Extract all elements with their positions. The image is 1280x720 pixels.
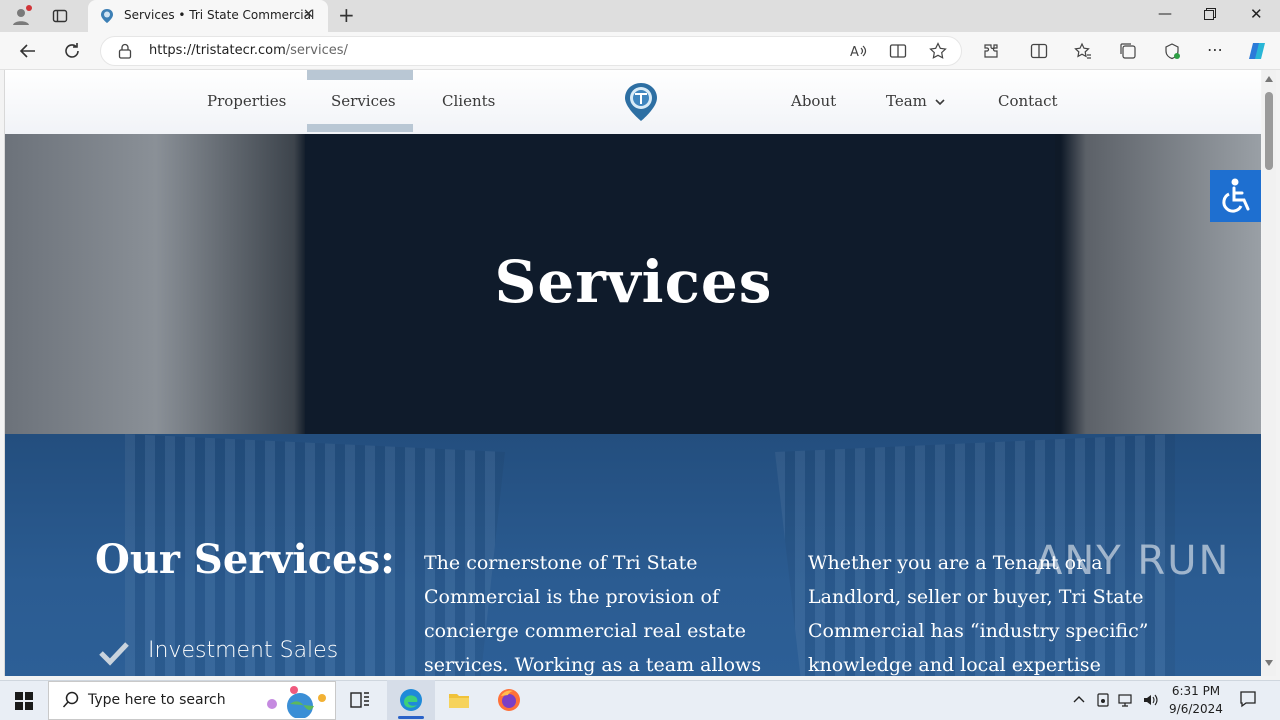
nav-link-contact[interactable]: Contact	[998, 92, 1058, 110]
new-tab-icon[interactable]: +	[338, 3, 355, 27]
browser-essentials-icon[interactable]	[1163, 42, 1181, 60]
tab-close-icon[interactable]: ✕	[303, 7, 314, 22]
network-icon[interactable]	[1118, 692, 1134, 708]
task-view-icon[interactable]	[348, 688, 372, 712]
favorite-star-icon[interactable]	[929, 42, 947, 60]
immersive-reader-icon[interactable]	[889, 42, 907, 60]
lock-icon[interactable]	[118, 43, 132, 59]
back-arrow-icon[interactable]	[18, 41, 38, 61]
checkmark-icon	[99, 642, 129, 666]
favorites-icon[interactable]	[1074, 42, 1092, 60]
file-explorer-icon[interactable]	[447, 688, 471, 712]
window-close-icon[interactable]: ✕	[1250, 5, 1263, 23]
hero-banner: Services	[5, 134, 1261, 434]
window-minimize-icon[interactable]: —	[1158, 6, 1172, 22]
nav-link-services[interactable]: Services	[331, 92, 396, 110]
url-host: https://tristatecr.com	[149, 43, 286, 58]
extensions-icon[interactable]	[982, 42, 1000, 60]
reload-icon[interactable]	[62, 41, 82, 61]
tray-overflow-chevron-icon[interactable]	[1071, 692, 1087, 708]
firefox-icon[interactable]	[497, 688, 521, 712]
profile-icon[interactable]	[10, 5, 32, 27]
site-navigation: Properties Services Clients About Team C…	[5, 70, 1261, 134]
service-item-investment-sales[interactable]: Investment Sales	[148, 638, 338, 663]
services-heading: Our Services:	[95, 536, 395, 583]
page-viewport: Properties Services Clients About Team C…	[4, 70, 1261, 676]
taskbar-active-indicator	[398, 716, 424, 719]
tab-actions-icon[interactable]	[52, 8, 68, 24]
nav-active-indicator-top	[307, 70, 413, 80]
page-title: Services	[494, 248, 773, 316]
url-text[interactable]: https://tristatecr.com/services/	[149, 43, 348, 58]
notifications-icon[interactable]	[1239, 690, 1257, 708]
more-options-icon[interactable]: ⋯	[1207, 40, 1225, 59]
split-screen-icon[interactable]	[1030, 42, 1048, 60]
url-path: /services/	[285, 43, 348, 58]
read-aloud-icon[interactable]: A	[849, 42, 867, 60]
services-paragraph-1: The cornerstone of Tri State Commercial …	[424, 552, 762, 676]
edge-browser-icon[interactable]	[399, 688, 423, 712]
search-icon	[62, 691, 79, 708]
tab-title: Services • Tri State Commercial	[124, 8, 315, 22]
scroll-down-icon[interactable]	[1265, 660, 1273, 666]
scrollbar-thumb[interactable]	[1265, 92, 1273, 170]
search-highlight-globe-icon	[267, 686, 326, 718]
volume-icon[interactable]	[1142, 692, 1158, 708]
taskbar-search-placeholder[interactable]: Type here to search	[88, 692, 226, 708]
nav-link-team[interactable]: Team	[886, 92, 945, 110]
svg-text:A: A	[850, 45, 859, 60]
windows-start-icon[interactable]	[15, 692, 33, 710]
wheelchair-icon	[1222, 178, 1250, 213]
nav-active-indicator-bottom	[307, 124, 413, 132]
site-logo[interactable]	[623, 82, 659, 122]
site-favicon-icon	[101, 9, 113, 23]
scroll-up-icon[interactable]	[1265, 76, 1273, 82]
window-restore-icon[interactable]	[1204, 8, 1216, 20]
nav-link-properties[interactable]: Properties	[207, 92, 286, 110]
copilot-icon[interactable]	[1247, 40, 1269, 62]
nav-link-team-label: Team	[886, 92, 927, 110]
clock-date[interactable]: 9/6/2024	[1168, 702, 1224, 716]
nav-link-clients[interactable]: Clients	[442, 92, 495, 110]
accessibility-button[interactable]	[1210, 170, 1261, 222]
clock-time[interactable]: 6:31 PM	[1168, 684, 1224, 698]
anyrun-watermark: ANY RUN	[1035, 538, 1231, 584]
chevron-down-icon	[935, 99, 945, 106]
collections-icon[interactable]	[1119, 42, 1137, 60]
tray-security-icon[interactable]	[1095, 692, 1111, 708]
nav-link-about[interactable]: About	[791, 92, 836, 110]
